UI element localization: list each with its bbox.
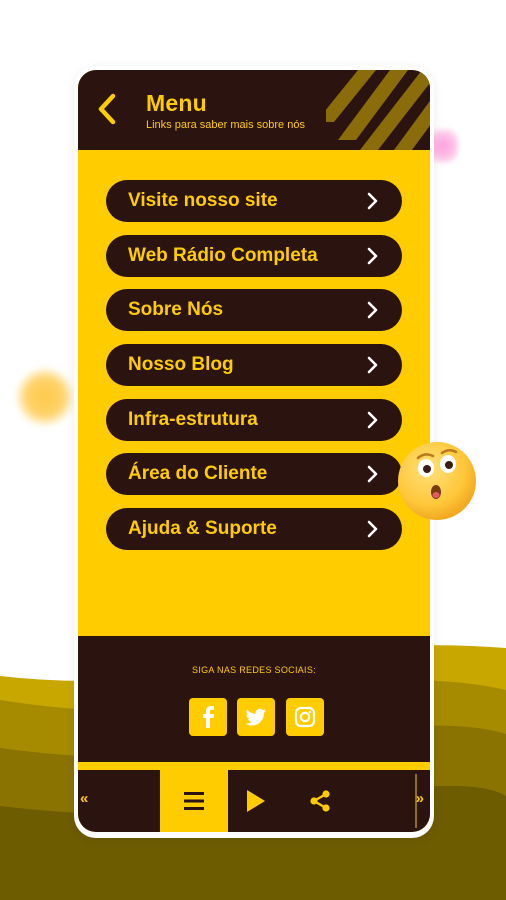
menu-item-label: Visite nosso site <box>128 190 278 211</box>
chevron-right-icon <box>367 411 378 429</box>
menu-item-label: Web Rádio Completa <box>128 244 318 266</box>
page-title: Menu <box>146 90 207 116</box>
page-subtitle: Links para saber mais sobre nós <box>146 119 305 131</box>
menu-item-client-area[interactable]: Área do Cliente <box>106 453 402 496</box>
twitter-icon[interactable] <box>237 698 275 736</box>
menu-item-label: Sobre Nós <box>128 299 224 321</box>
menu-item-about-us[interactable]: Sobre Nós <box>106 289 402 332</box>
social-section: SIGA NAS REDES SOCIAIS: <box>78 636 430 762</box>
menu-item-label: Área do Cliente <box>128 463 268 485</box>
chevron-right-icon <box>367 356 378 374</box>
menu-item-label: Nosso Blog <box>128 354 234 376</box>
chevron-right-icon <box>367 247 378 264</box>
instagram-icon[interactable] <box>286 698 324 736</box>
menu-item-infrastructure[interactable]: Infra-estrutura <box>106 398 402 441</box>
menu-item-label: Ajuda & Suporte <box>128 518 277 540</box>
play-icon[interactable] <box>242 788 268 814</box>
bottom-nav: « » <box>78 770 430 832</box>
chevron-left-icon[interactable] <box>92 90 122 128</box>
facebook-icon[interactable] <box>189 698 227 736</box>
chevron-right-icon <box>367 520 378 538</box>
menu-item-web-radio[interactable]: Web Rádio Completa <box>106 234 402 277</box>
social-title: SIGA NAS REDES SOCIAIS: <box>192 665 316 675</box>
chevron-right-icon <box>367 302 378 319</box>
menu-button[interactable] <box>160 770 228 832</box>
social-icons <box>189 698 324 736</box>
menu-item-help-support[interactable]: Ajuda & Suporte <box>106 508 402 551</box>
menu-icon <box>184 792 204 810</box>
decorative-stripes <box>326 70 430 150</box>
menu-list: Visite nosso site Web Rádio Completa Sob… <box>106 180 404 563</box>
surprised-emoji-icon <box>398 442 476 520</box>
chevron-right-icon <box>367 192 378 210</box>
menu-item-visit-site[interactable]: Visite nosso site <box>106 180 402 222</box>
app-screen: Menu Links para saber mais sobre nós Vis… <box>78 70 430 832</box>
prev-button[interactable]: « <box>80 790 88 807</box>
menu-item-blog[interactable]: Nosso Blog <box>106 344 402 387</box>
chevron-right-icon <box>367 466 378 483</box>
menu-item-label: Infra-estrutura <box>128 408 258 430</box>
next-button[interactable]: » <box>416 790 424 807</box>
share-icon[interactable] <box>307 788 333 814</box>
phone-frame: Menu Links para saber mais sobre nós Vis… <box>74 66 434 838</box>
app-header: Menu Links para saber mais sobre nós <box>78 70 430 150</box>
blurred-decoration <box>16 368 74 426</box>
